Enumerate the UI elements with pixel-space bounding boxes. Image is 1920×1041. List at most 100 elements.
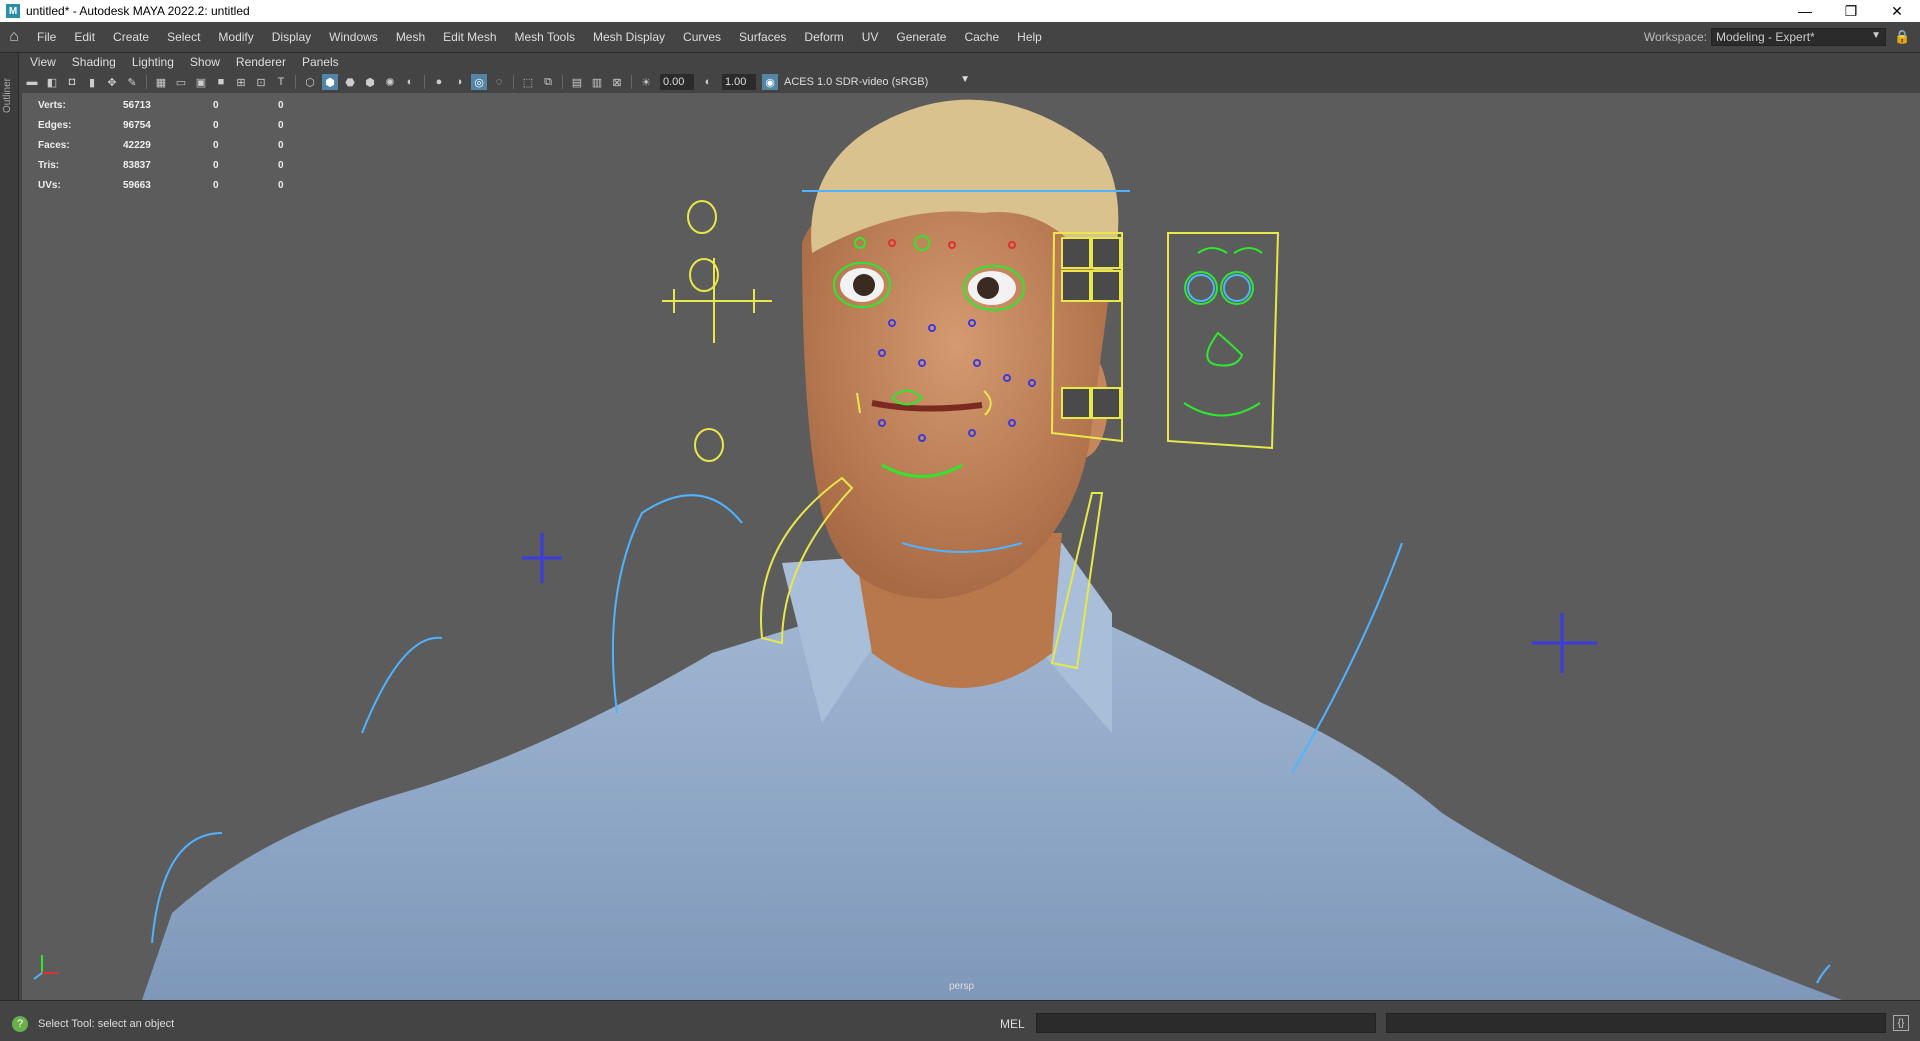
help-icon[interactable]: ?	[12, 1016, 28, 1032]
hud-value: 42229	[123, 139, 151, 151]
gate-mask-icon[interactable]: ■	[213, 74, 229, 90]
menu-deform[interactable]: Deform	[795, 22, 852, 52]
select-camera-icon[interactable]: ▬	[24, 74, 40, 90]
camera-attributes-icon[interactable]: ◧	[44, 74, 60, 90]
hud-value: 96754	[123, 119, 151, 131]
two-d-pan-zoom-icon[interactable]: ✥	[104, 74, 120, 90]
color-management-icon[interactable]: ◉	[762, 74, 778, 90]
bookmark-icon[interactable]: ◘	[64, 74, 80, 90]
outliner-label: Outliner	[2, 77, 13, 113]
menu-uv[interactable]: UV	[853, 22, 888, 52]
isolate-select-icon[interactable]: ⬚	[520, 74, 536, 90]
hud-value: 59663	[123, 179, 151, 191]
menu-mesh[interactable]: Mesh	[387, 22, 434, 52]
panel-menu-renderer[interactable]: Renderer	[228, 55, 294, 69]
grid-icon[interactable]: ▦	[153, 74, 169, 90]
menu-cache[interactable]: Cache	[955, 22, 1008, 52]
safe-title-icon[interactable]: T	[273, 74, 289, 90]
hud-row-faces: Faces: 42229 0 0	[38, 135, 284, 155]
scene-render	[33, 99, 1842, 1000]
panel-menu-show[interactable]: Show	[182, 55, 228, 69]
menu-curves[interactable]: Curves	[674, 22, 730, 52]
mel-label[interactable]: MEL	[1000, 1017, 1025, 1031]
menu-generate[interactable]: Generate	[887, 22, 955, 52]
hud-row-uvs: UVs: 59663 0 0	[38, 175, 284, 195]
window-title: untitled* - Autodesk MAYA 2022.2: untitl…	[26, 4, 250, 18]
menu-edit[interactable]: Edit	[65, 22, 104, 52]
anti-aliasing-icon[interactable]: ◎	[471, 74, 487, 90]
depth-of-field-icon[interactable]: ◌	[491, 74, 507, 90]
use-all-lights-icon[interactable]: ✺	[382, 74, 398, 90]
exposure-icon[interactable]: ☀	[638, 74, 654, 90]
menu-select[interactable]: Select	[158, 22, 209, 52]
safe-action-icon[interactable]: ⊡	[253, 74, 269, 90]
hud-row-edges: Edges: 96754 0 0	[38, 115, 284, 135]
hud-value: 0	[213, 179, 219, 191]
menu-mesh-tools[interactable]: Mesh Tools	[506, 22, 584, 52]
resolution-gate-icon[interactable]: ▣	[193, 74, 209, 90]
menu-edit-mesh[interactable]: Edit Mesh	[434, 22, 505, 52]
workspace-select[interactable]: Modeling - Expert* ▼	[1711, 28, 1886, 46]
hud-row-tris: Tris: 83837 0 0	[38, 155, 284, 175]
panel-toolbar: ▬ ◧ ◘ ▮ ✥ ✎ ▦ ▭ ▣ ■ ⊞ ⊡ T ⬡ ⬢ ⬣ ⬢ ✺ ◐ ● …	[22, 71, 1920, 93]
hud-label: Tris:	[38, 159, 60, 171]
viewport-persp[interactable]: Verts: 56713 0 0 Edges: 96754 0 0 Faces:…	[22, 93, 1920, 1000]
menu-modify[interactable]: Modify	[209, 22, 262, 52]
panel-menu-lighting[interactable]: Lighting	[124, 55, 182, 69]
outliner-tab[interactable]: Outliner	[0, 53, 19, 1000]
menu-display[interactable]: Display	[263, 22, 320, 52]
panel-menu-view[interactable]: View	[22, 55, 64, 69]
gamma-icon[interactable]: ◐	[700, 74, 716, 90]
wireframe-icon[interactable]: ⬡	[302, 74, 318, 90]
image-plane-icon[interactable]: ▮	[84, 74, 100, 90]
exposure-field[interactable]: 0.00	[660, 74, 694, 90]
help-line: Select Tool: select an object	[38, 1018, 175, 1030]
menu-create[interactable]: Create	[104, 22, 158, 52]
hud-value: 0	[278, 119, 284, 131]
menu-file[interactable]: File	[28, 22, 65, 52]
grease-pencil-icon[interactable]: ✎	[124, 74, 140, 90]
minimize-icon[interactable]: —	[1782, 0, 1828, 22]
panel-menu-shading[interactable]: Shading	[64, 55, 124, 69]
close-icon[interactable]: ✕	[1874, 0, 1920, 22]
restore-icon[interactable]: ❐	[1828, 0, 1874, 22]
command-line-input[interactable]	[1036, 1013, 1376, 1033]
poly-count-hud: Verts: 56713 0 0 Edges: 96754 0 0 Faces:…	[38, 95, 284, 195]
gamma-field[interactable]: 1.00	[722, 74, 756, 90]
ambient-occlusion-icon[interactable]: ●	[431, 74, 447, 90]
menu-windows[interactable]: Windows	[320, 22, 387, 52]
camera-icon[interactable]: ⊠	[609, 74, 625, 90]
xray-active-components-icon[interactable]: ▤	[569, 74, 585, 90]
xray-icon[interactable]: ⧉	[540, 74, 556, 90]
shadows-icon[interactable]: ◐	[402, 74, 418, 90]
home-icon[interactable]: ⌂	[0, 23, 28, 51]
menu-surfaces[interactable]: Surfaces	[730, 22, 795, 52]
main-menu-bar: ⌂ File Edit Create Select Modify Display…	[0, 22, 1920, 53]
hud-label: Edges:	[38, 119, 72, 131]
menu-mesh-display[interactable]: Mesh Display	[584, 22, 674, 52]
workspace-label: Workspace:	[1643, 30, 1707, 44]
xray-joints-icon[interactable]: ▥	[589, 74, 605, 90]
script-editor-icon[interactable]: {}	[1893, 1015, 1909, 1031]
command-result-field	[1386, 1013, 1886, 1033]
hud-value: 0	[278, 159, 284, 171]
textured-icon[interactable]: ⬢	[362, 74, 378, 90]
view-transform-value: ACES 1.0 SDR-video (sRGB)	[784, 76, 929, 88]
title-bar: M untitled* - Autodesk MAYA 2022.2: unti…	[0, 0, 1920, 22]
camera-name-label: persp	[949, 981, 975, 992]
panel-menu-panels[interactable]: Panels	[294, 55, 347, 69]
hud-row-verts: Verts: 56713 0 0	[38, 95, 284, 115]
field-chart-icon[interactable]: ⊞	[233, 74, 249, 90]
motion-blur-icon[interactable]: ◑	[451, 74, 467, 90]
smooth-shade-icon[interactable]: ⬢	[322, 74, 338, 90]
hud-value: 0	[278, 139, 284, 151]
hud-label: Faces:	[38, 139, 70, 151]
lock-icon[interactable]: 🔒	[1894, 29, 1914, 45]
chevron-down-icon: ▼	[1871, 30, 1881, 41]
view-transform-select[interactable]: ACES 1.0 SDR-video (sRGB) ▼	[780, 74, 974, 90]
hud-value: 0	[213, 99, 219, 111]
hud-value: 0	[213, 119, 219, 131]
menu-help[interactable]: Help	[1008, 22, 1051, 52]
wireframe-on-shaded-icon[interactable]: ⬣	[342, 74, 358, 90]
film-gate-icon[interactable]: ▭	[173, 74, 189, 90]
